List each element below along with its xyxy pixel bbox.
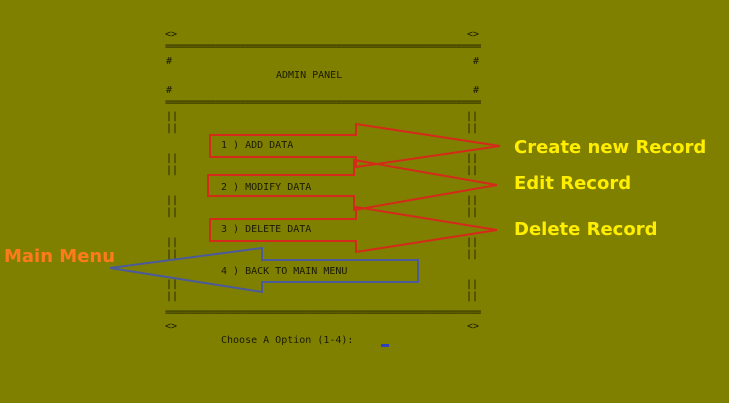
callout-main-menu: Main Menu [4, 246, 116, 267]
arrow-edit-record [207, 158, 498, 212]
callout-delete-record: Delete Record [514, 219, 658, 240]
arrow-delete-record [209, 205, 498, 254]
callout-edit-record: Edit Record [514, 173, 632, 194]
arrow-main-menu [109, 246, 419, 294]
annotation-arrows [109, 122, 501, 294]
callout-create-new-record: Create new Record [514, 137, 707, 158]
